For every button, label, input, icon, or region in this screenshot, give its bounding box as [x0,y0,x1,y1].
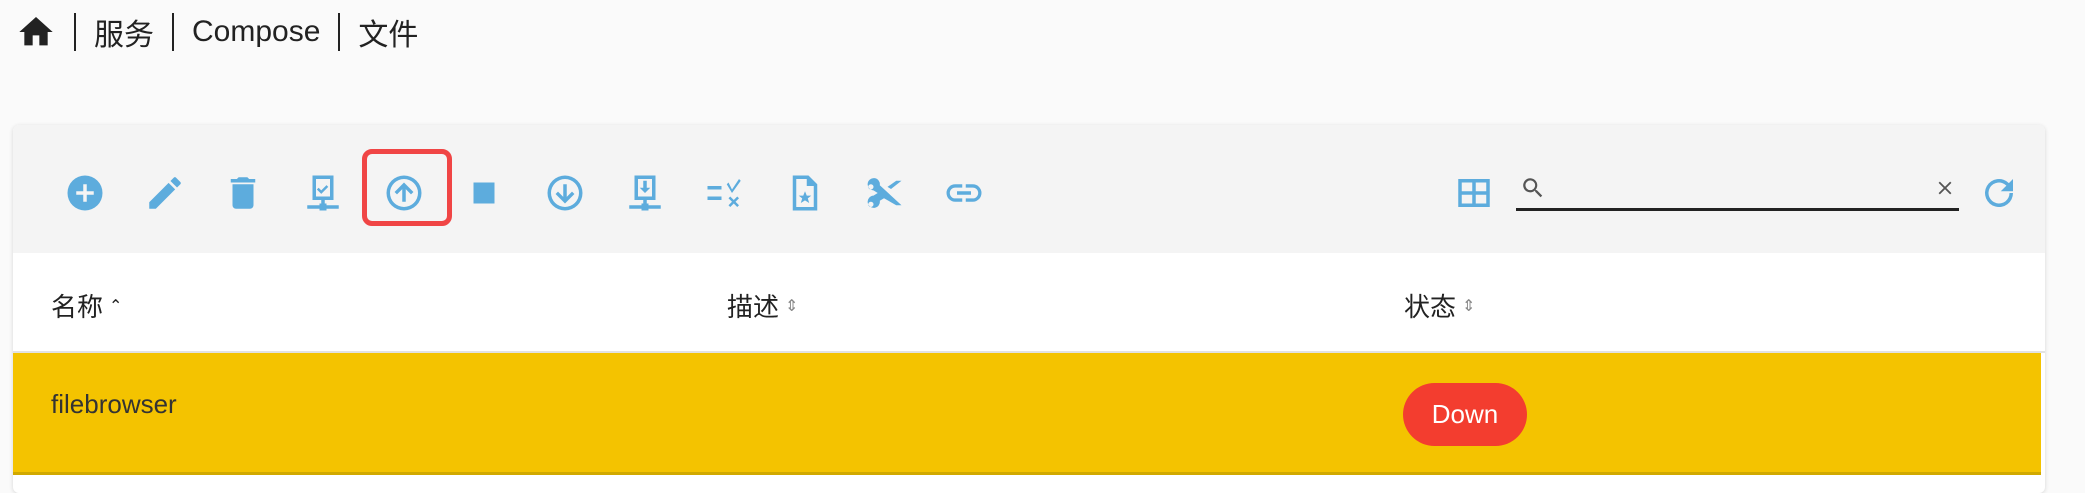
toolbar [13,125,2045,253]
delete-button[interactable] [221,171,265,215]
start-button[interactable] [382,171,426,215]
search-icon [1523,178,1543,198]
link-icon [946,184,982,202]
status-badge: Down [1403,383,1527,446]
deploy-icon [307,175,339,211]
stop-icon [473,182,495,204]
stop-button[interactable] [462,171,506,215]
pull-button[interactable] [543,171,587,215]
sort-icon: ⇕ [785,297,799,315]
file-star-icon [792,175,818,211]
refresh-icon [1985,179,2013,208]
deploy-button[interactable] [301,171,345,215]
download-icon [629,175,661,211]
home-icon[interactable] [16,12,56,52]
table-header: 名称 ⌃ 描述 ⇕ 状态 ⇕ [13,253,2045,353]
delete-icon [230,177,256,209]
divider [74,13,76,51]
link-button[interactable] [942,171,986,215]
column-label: 状态 [1404,292,1457,322]
pull-icon [547,175,583,211]
add-button[interactable] [63,171,107,215]
download-button[interactable] [623,171,667,215]
compose-panel: 名称 ⌃ 描述 ⇕ 状态 ⇕ filebrowser Down [13,125,2045,493]
grid-icon [1458,179,1490,207]
column-description[interactable]: 描述 ⇕ [727,287,798,324]
breadcrumb: 服务 Compose 文件 [16,10,418,54]
search-field[interactable] [1516,169,1959,211]
column-label: 名称 [51,292,104,322]
cut-icon [867,178,902,208]
column-status[interactable]: 状态 ⇕ [1404,287,1475,324]
sort-icon: ⇕ [1462,297,1476,315]
breadcrumb-compose[interactable]: Compose [192,15,320,49]
table-row[interactable]: filebrowser Down [13,353,2041,475]
column-label: 描述 [727,292,780,322]
refresh-button[interactable] [1977,171,2021,215]
clean-icon [707,179,741,207]
start-icon [386,175,422,211]
edit-button[interactable] [143,171,187,215]
breadcrumb-files: 文件 [358,19,419,52]
cell-name: filebrowser [51,389,177,419]
breadcrumb-services[interactable]: 服务 [94,10,154,54]
add-icon [67,175,103,211]
clean-button[interactable] [703,171,747,215]
cut-button[interactable] [862,171,906,215]
search-input[interactable] [1556,173,1916,205]
edit-icon [149,177,181,209]
divider [338,13,341,51]
template-button[interactable] [783,171,827,215]
divider [172,13,174,51]
columns-button[interactable] [1452,171,1496,215]
column-name[interactable]: 名称 ⌃ [51,287,122,324]
clear-icon[interactable] [1934,177,1956,199]
sort-asc-icon: ⌃ [109,297,123,315]
